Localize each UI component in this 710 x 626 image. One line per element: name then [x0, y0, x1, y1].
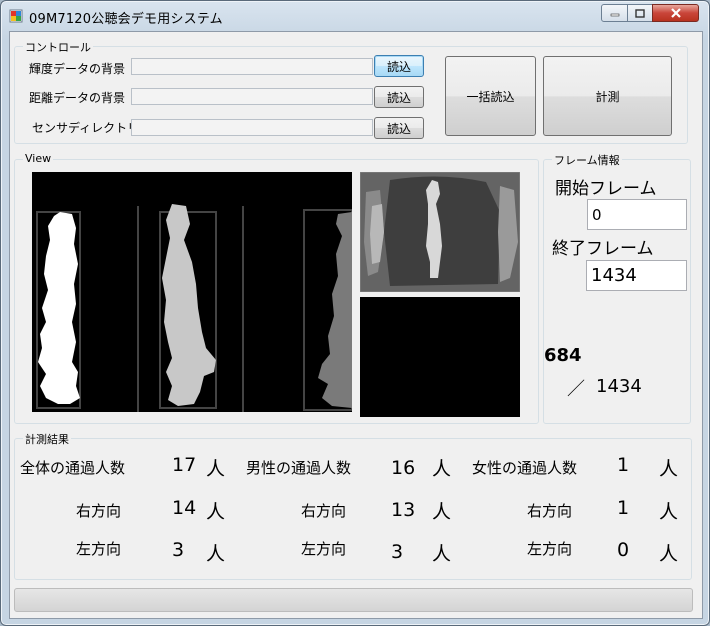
minimize-button[interactable]	[601, 4, 628, 22]
male-left-value: 3	[391, 541, 404, 563]
total-count-label: 全体の通過人数	[20, 459, 126, 477]
male-left-unit: 人	[432, 543, 452, 565]
total-left-label: 左方向	[76, 540, 122, 558]
total-frames: 1434	[596, 376, 642, 397]
control-group-label: コントロール	[23, 39, 93, 55]
client-area: コントロール 輝度データの背景 読込 距離データの背景 読込 センサディレクトリ…	[9, 31, 703, 619]
distance-bg-path	[131, 88, 373, 105]
female-right-value: 1	[617, 497, 630, 519]
female-count-unit: 人	[659, 458, 679, 480]
male-count-value: 16	[391, 457, 416, 479]
view-group-label: View	[23, 152, 54, 165]
luminance-bg-path	[131, 58, 373, 75]
female-right-unit: 人	[659, 501, 679, 523]
maximize-button[interactable]	[627, 4, 653, 22]
female-right-label: 右方向	[527, 502, 573, 520]
luminance-bg-load-button[interactable]: 読込	[374, 55, 424, 77]
batch-load-button[interactable]: 一括読込	[445, 56, 536, 136]
total-left-value: 3	[172, 539, 185, 561]
male-count-unit: 人	[432, 458, 452, 480]
total-count-unit: 人	[206, 458, 226, 480]
male-right-label: 右方向	[301, 502, 347, 520]
total-right-unit: 人	[206, 501, 226, 523]
close-icon	[670, 8, 681, 18]
measure-button[interactable]: 計測	[543, 56, 672, 136]
distance-bg-load-button[interactable]: 読込	[374, 86, 424, 108]
total-right-value: 14	[172, 497, 197, 519]
results-group-label: 計測結果	[23, 431, 71, 447]
app-icon	[9, 9, 23, 23]
total-right-label: 右方向	[76, 502, 122, 520]
female-count-label: 女性の通過人数	[472, 459, 578, 477]
luminance-bg-label: 輝度データの背景	[29, 62, 126, 76]
minimize-icon	[610, 13, 619, 17]
end-frame-label: 終了フレーム	[552, 239, 654, 259]
end-frame-input[interactable]: 1434	[586, 260, 687, 291]
total-left-unit: 人	[206, 543, 226, 565]
window-title: 09M7120公聴会デモ用システム	[29, 12, 223, 27]
silhouette-view	[32, 172, 352, 412]
female-left-unit: 人	[659, 543, 679, 565]
male-right-unit: 人	[432, 501, 452, 523]
sensor-dir-label: センサディレクトリ	[32, 121, 140, 135]
main-window: 09M7120公聴会デモ用システム コントロール 輝度データの背景 読込 距離デ…	[0, 0, 710, 626]
total-count-value: 17	[172, 454, 197, 476]
sensor-dir-path	[131, 119, 373, 136]
female-left-label: 左方向	[527, 540, 573, 558]
title-bar[interactable]: 09M7120公聴会デモ用システム	[1, 1, 709, 31]
progress-bar	[14, 588, 693, 612]
maximize-icon	[635, 8, 645, 18]
depth-view	[360, 172, 520, 292]
frame-separator: ／	[567, 379, 585, 400]
frame-info-group-label: フレーム情報	[552, 152, 622, 168]
male-count-label: 男性の通過人数	[246, 459, 352, 477]
close-button[interactable]	[652, 4, 699, 22]
male-left-label: 左方向	[301, 540, 347, 558]
male-right-value: 13	[391, 499, 416, 521]
secondary-view	[360, 297, 520, 417]
distance-bg-label: 距離データの背景	[29, 91, 126, 105]
female-left-value: 0	[617, 539, 630, 561]
start-frame-label: 開始フレーム	[555, 179, 657, 199]
start-frame-input[interactable]: 0	[587, 199, 687, 230]
female-count-value: 1	[617, 454, 630, 476]
sensor-dir-load-button[interactable]: 読込	[374, 117, 424, 139]
current-frame: 684	[544, 345, 582, 366]
